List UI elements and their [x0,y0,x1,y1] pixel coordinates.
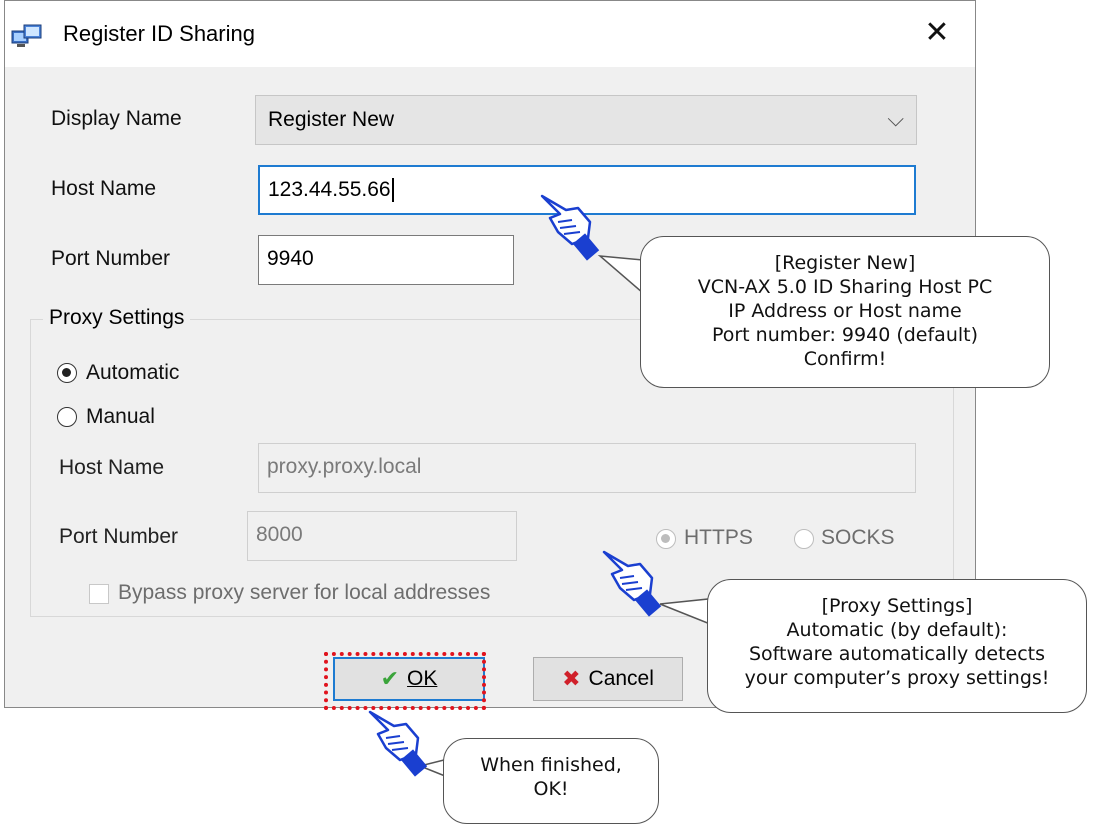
automatic-label[interactable]: Automatic [86,361,179,385]
manual-radio[interactable] [57,407,77,427]
cancel-button[interactable]: ✖ Cancel [533,657,683,701]
bypass-proxy-checkbox[interactable] [89,584,109,604]
socks-label[interactable]: SOCKS [821,526,895,550]
automatic-radio[interactable] [57,363,77,383]
bypass-proxy-label[interactable]: Bypass proxy server for local addresses [118,581,490,605]
proxy-port-number-label: Port Number [59,525,179,548]
finish-callout-line-2: OK! [533,778,569,800]
manual-label[interactable]: Manual [86,405,155,429]
register-new-callout: [Register New] VCN-AX 5.0 ID Sharing Hos… [640,236,1050,388]
register-callout-line-3: IP Address or Host name [728,300,962,322]
close-button[interactable]: ✕ [917,13,957,53]
display-name-dropdown[interactable]: Register New ⌵ [255,95,917,145]
cancel-button-label: Cancel [588,667,654,690]
proxy-host-name-label: Host Name [59,456,165,479]
ok-highlight-frame [324,652,486,710]
register-callout-line-1: [Register New] [774,252,916,274]
proxy-settings-callout: [Proxy Settings] Automatic (by default):… [707,579,1087,713]
port-number-input[interactable]: 9940 [258,235,514,285]
host-name-label: Host Name [51,177,157,200]
register-callout-line-2: VCN-AX 5.0 ID Sharing Host PC [697,276,993,298]
register-callout-line-4: Port number: 9940 (default) [711,324,979,346]
text-caret [391,178,394,203]
proxy-host-name-value: proxy.proxy.local [267,455,422,478]
port-number-label: Port Number [51,247,171,270]
proxy-host-name-input[interactable]: proxy.proxy.local [258,443,916,493]
display-name-value: Register New [268,108,395,131]
finish-callout: When finished, OK! [443,738,659,824]
network-computers-icon [11,24,42,47]
register-callout-line-5: Confirm! [803,348,887,370]
display-name-label: Display Name [51,107,182,130]
https-radio[interactable] [656,529,676,549]
proxy-callout-line-1: [Proxy Settings] [821,595,973,617]
pointing-hand-icon [540,194,600,261]
proxy-port-number-input[interactable]: 8000 [247,511,517,561]
chevron-down-icon: ⌵ [887,106,904,131]
proxy-callout-line-2: Automatic (by default): [786,619,1008,641]
title-bar[interactable]: Register ID Sharing ✕ [5,1,975,67]
socks-radio[interactable] [794,529,814,549]
proxy-callout-line-4: your computer’s proxy settings! [744,667,1050,689]
host-name-value: 123.44.55.66 [268,178,391,201]
proxy-settings-label: Proxy Settings [43,306,191,330]
pointing-hand-icon [602,550,662,617]
https-label[interactable]: HTTPS [684,526,753,550]
proxy-port-number-value: 8000 [256,523,303,546]
cancel-x-icon: ✖ [562,666,581,691]
port-number-value: 9940 [267,247,314,270]
finish-callout-line-1: When finished, [480,754,622,776]
window-title: Register ID Sharing [63,21,255,46]
pointing-hand-icon [368,710,428,777]
proxy-callout-line-3: Software automatically detects [748,643,1046,665]
